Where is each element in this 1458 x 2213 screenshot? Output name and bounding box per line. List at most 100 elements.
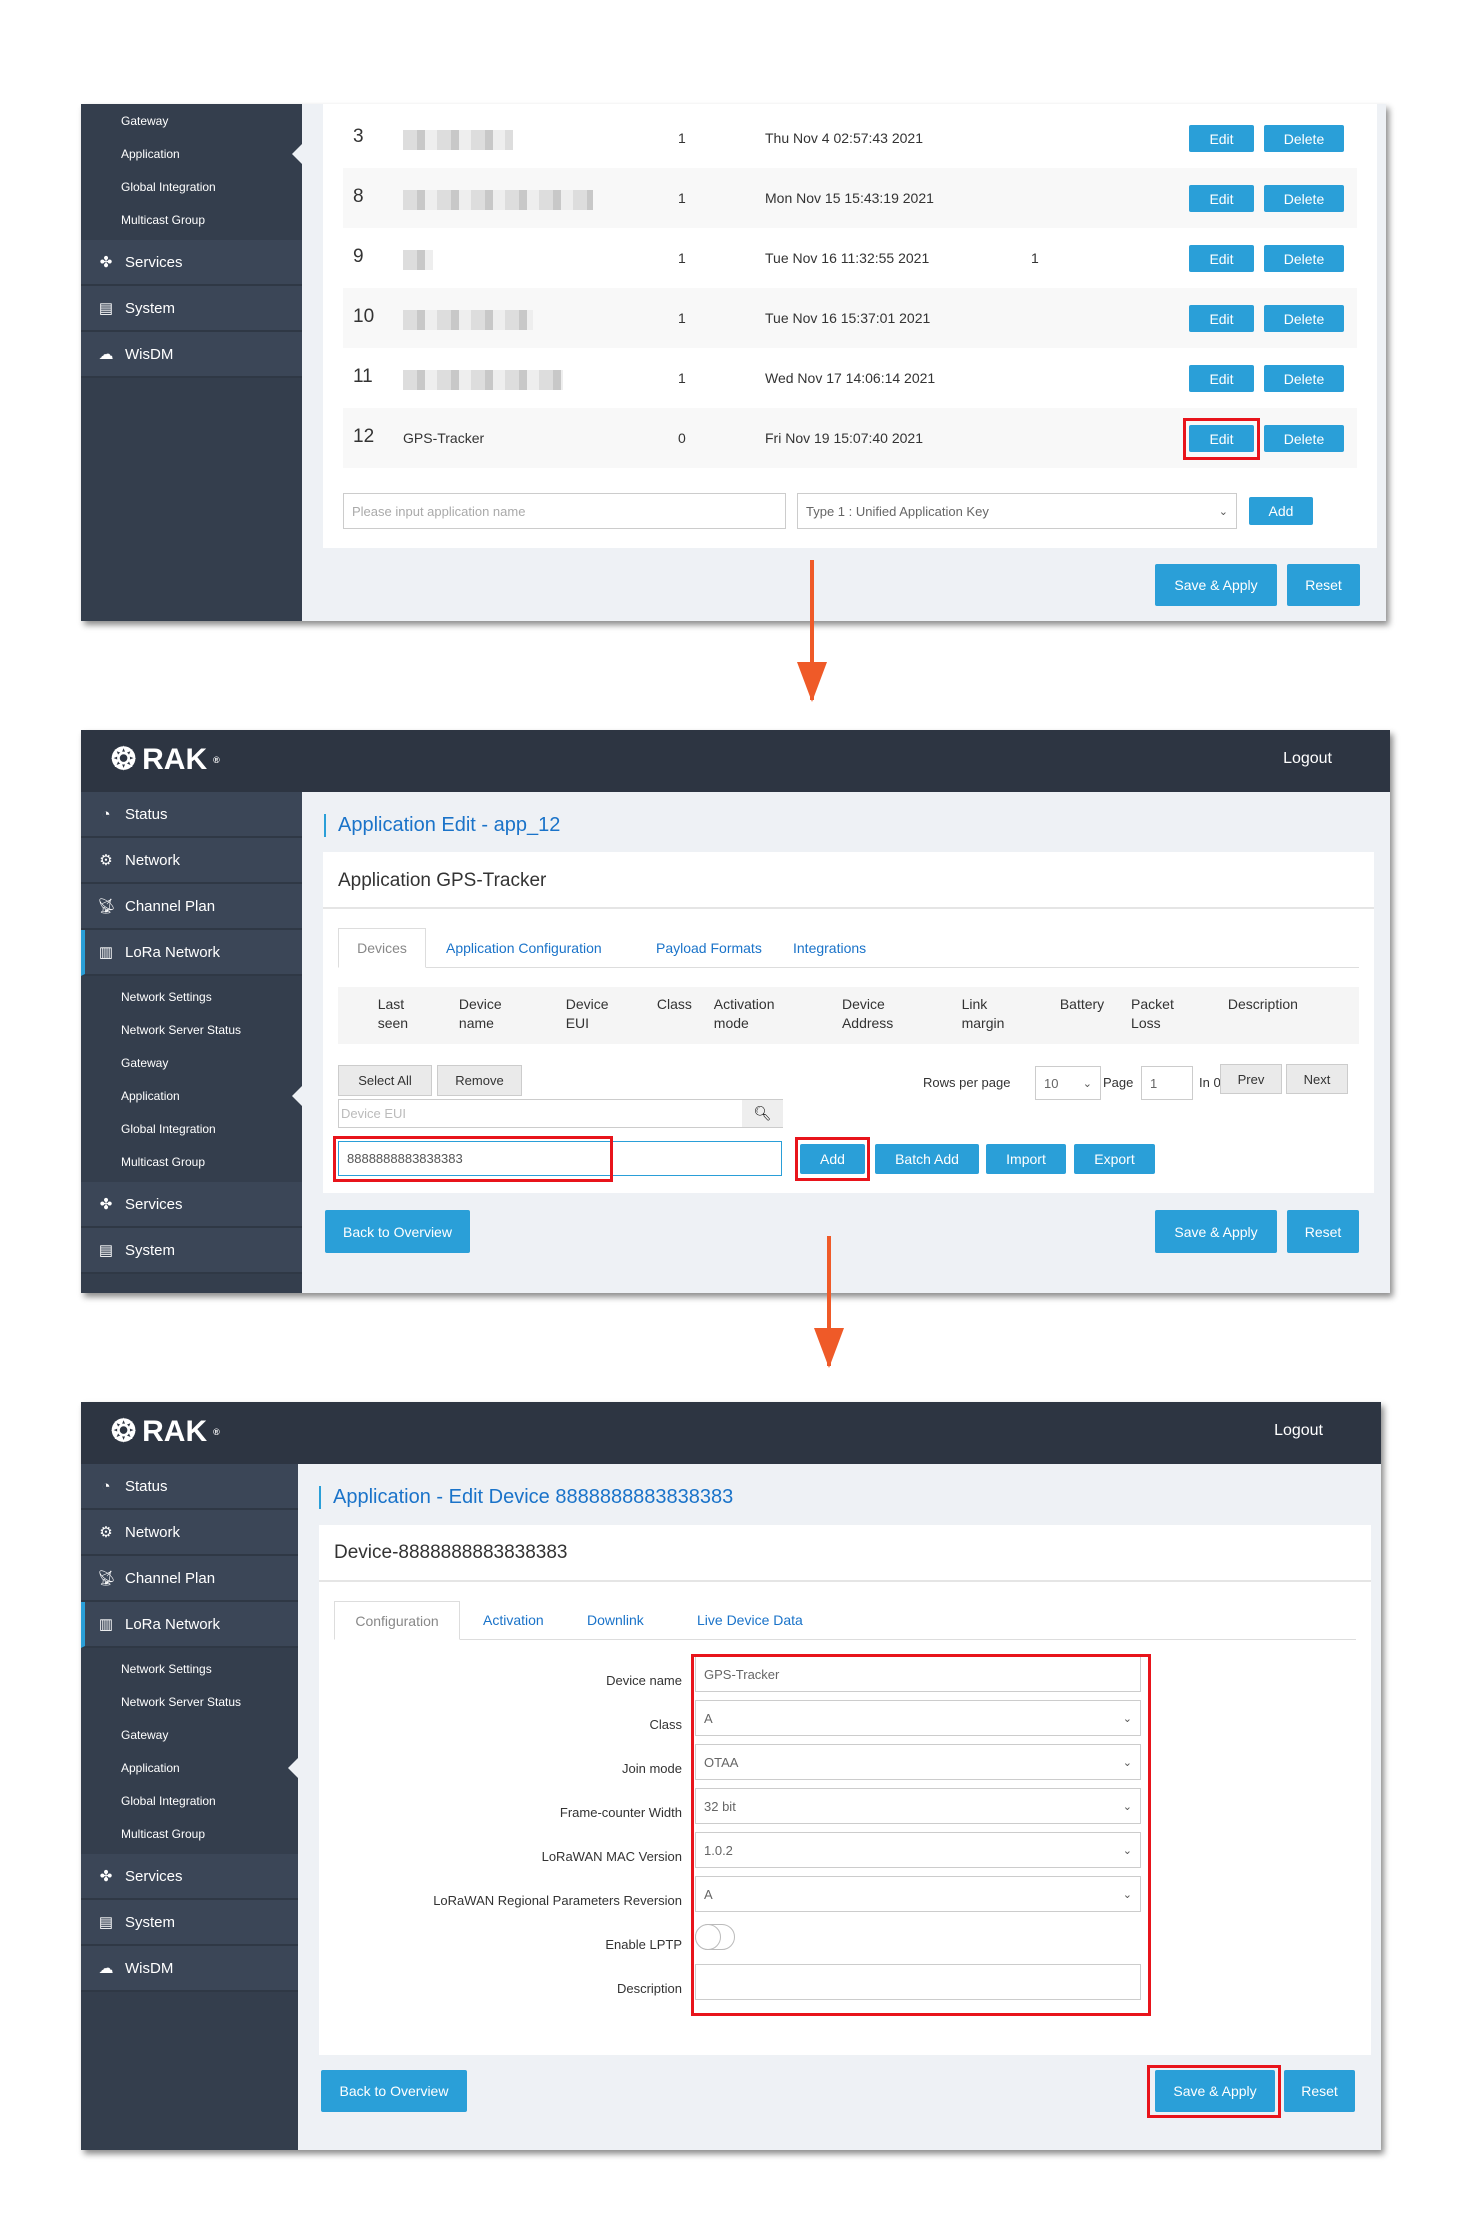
- sidebar-item[interactable]: ✤ Services: [81, 1182, 302, 1228]
- column-header: Description: [1227, 996, 1298, 1012]
- edit-button[interactable]: Edit: [1189, 185, 1254, 212]
- row-date: Tue Nov 16 15:37:01 2021: [765, 310, 931, 326]
- batch-add-button[interactable]: Batch Add: [875, 1144, 979, 1174]
- sidebar-item-wisdm[interactable]: ☁ WisDM: [81, 332, 302, 378]
- device-card: Device-8888888883838383 Configuration Ac…: [319, 1525, 1371, 2055]
- table-row: 3 1 Thu Nov 4 02:57:43 2021 Edit Delete: [343, 108, 1357, 168]
- prev-button[interactable]: Prev: [1220, 1064, 1282, 1094]
- row-name: GPS-Tracker: [403, 430, 485, 446]
- sidebar-label: System: [125, 1913, 176, 1931]
- sidebar-sub-item[interactable]: Multicast Group: [81, 1145, 302, 1178]
- edit-button[interactable]: Edit: [1189, 245, 1254, 272]
- logout-link[interactable]: Logout: [1274, 1422, 1323, 1440]
- delete-button[interactable]: Delete: [1264, 365, 1344, 392]
- back-to-overview-button[interactable]: Back to Overview: [325, 1210, 470, 1253]
- import-button[interactable]: Import: [986, 1144, 1066, 1174]
- sidebar-item[interactable]: ▥ LoRa Network: [81, 1602, 298, 1648]
- sidebar: Gateway Application Global Integration M…: [81, 104, 303, 621]
- sidebar-sub-item[interactable]: Global Integration: [81, 1784, 298, 1817]
- sidebar-item[interactable]: ⚙ Network: [81, 838, 302, 884]
- export-button[interactable]: Export: [1074, 1144, 1155, 1174]
- sidebar-sub-item[interactable]: Application: [81, 1079, 303, 1112]
- edit-button[interactable]: Edit: [1189, 125, 1254, 152]
- delete-button[interactable]: Delete: [1264, 185, 1344, 212]
- sidebar-item[interactable]: ◔ Status: [81, 1464, 298, 1510]
- device-eui-search-input[interactable]: Device EUI: [338, 1099, 783, 1128]
- sidebar-item[interactable]: ▥ LoRa Network: [81, 930, 302, 976]
- row-count: 1: [678, 130, 686, 146]
- row-count: 1: [678, 190, 686, 206]
- tab-bar-line: [338, 967, 1359, 968]
- tab-devices[interactable]: Devices: [338, 928, 426, 968]
- highlight-box: [795, 1137, 870, 1181]
- application-name-input[interactable]: Please input application name: [343, 493, 786, 529]
- row-count: 1: [678, 310, 686, 326]
- sidebar-item[interactable]: ✤ Services: [81, 1854, 298, 1900]
- sidebar-sub-item[interactable]: Network Settings: [81, 1652, 298, 1685]
- sidebar-label: Services: [125, 1195, 183, 1213]
- next-button[interactable]: Next: [1286, 1064, 1348, 1094]
- sidebar-item[interactable]: ▤ System: [81, 1900, 298, 1946]
- sidebar-label: Services: [125, 1867, 183, 1885]
- tab-downlink[interactable]: Downlink: [587, 1612, 644, 1628]
- sidebar-sub-item[interactable]: Network Settings: [81, 980, 302, 1013]
- tab-application-configuration[interactable]: Application Configuration: [446, 940, 602, 956]
- sidebar-sub-global-integration[interactable]: Global Integration: [81, 170, 302, 203]
- sidebar-sub-item[interactable]: Network Server Status: [81, 1013, 302, 1046]
- page-input[interactable]: 1: [1141, 1066, 1193, 1100]
- application-type-select[interactable]: Type 1 : Unified Application Key ⌄: [797, 493, 1237, 529]
- reset-button[interactable]: Reset: [1284, 2070, 1355, 2112]
- sidebar-sub-gateway[interactable]: Gateway: [81, 104, 302, 137]
- sidebar-sub-item[interactable]: Gateway: [81, 1718, 298, 1751]
- tab-configuration[interactable]: Configuration: [334, 1601, 460, 1640]
- tab-payload-formats[interactable]: Payload Formats: [656, 940, 762, 956]
- sidebar-sub-multicast-group[interactable]: Multicast Group: [81, 203, 302, 236]
- logout-link[interactable]: Logout: [1283, 750, 1332, 768]
- reset-button[interactable]: Reset: [1287, 1210, 1359, 1253]
- save-apply-button[interactable]: Save & Apply: [1155, 1210, 1277, 1253]
- logo-text: RAK: [142, 1414, 208, 1448]
- search-button[interactable]: 🔍︎: [742, 1100, 783, 1127]
- delete-button[interactable]: Delete: [1264, 245, 1344, 272]
- delete-button[interactable]: Delete: [1264, 125, 1344, 152]
- tab-integrations[interactable]: Integrations: [793, 940, 866, 956]
- tab-activation[interactable]: Activation: [483, 1612, 544, 1628]
- bar-chart-icon: ▥: [98, 944, 114, 961]
- sidebar-item[interactable]: ☁ WisDM: [81, 1946, 298, 1992]
- remove-button[interactable]: Remove: [437, 1065, 522, 1096]
- rows-per-page-select[interactable]: 10 ⌄: [1035, 1066, 1101, 1100]
- edit-button[interactable]: Edit: [1189, 305, 1254, 332]
- search-icon: 🔍︎: [753, 1105, 772, 1121]
- select-value: Type 1 : Unified Application Key: [806, 503, 989, 519]
- sidebar-item[interactable]: 📡︎ Channel Plan: [81, 1556, 298, 1602]
- divider: [323, 907, 1374, 909]
- field-label: Enable LPTP: [605, 1937, 682, 1952]
- card-title: Device-8888888883838383: [334, 1542, 568, 1563]
- sidebar-item-system[interactable]: ▤ System: [81, 286, 302, 332]
- sidebar-item[interactable]: 📡︎ Channel Plan: [81, 884, 302, 930]
- sidebar-item-services[interactable]: ✤ Services: [81, 240, 302, 286]
- redacted-name: [403, 130, 513, 150]
- sidebar-label: WisDM: [125, 345, 174, 363]
- reset-button[interactable]: Reset: [1287, 564, 1360, 606]
- delete-button[interactable]: Delete: [1264, 305, 1344, 332]
- add-application-button[interactable]: Add: [1249, 497, 1313, 525]
- sidebar-item[interactable]: ◔ Status: [81, 792, 302, 838]
- sidebar-sub-application[interactable]: Application: [81, 137, 303, 170]
- delete-button[interactable]: Delete: [1264, 425, 1344, 452]
- sidebar-label: Channel Plan: [125, 897, 216, 915]
- row-count: 1: [678, 250, 686, 266]
- sidebar-sub-item[interactable]: Multicast Group: [81, 1817, 298, 1850]
- select-all-button[interactable]: Select All: [338, 1065, 432, 1096]
- sidebar-sub-item[interactable]: Network Server Status: [81, 1685, 298, 1718]
- sidebar-item[interactable]: ⚙ Network: [81, 1510, 298, 1556]
- sidebar-item[interactable]: ▤ System: [81, 1228, 302, 1274]
- tab-live-device-data[interactable]: Live Device Data: [697, 1612, 803, 1628]
- sidebar-sub-item[interactable]: Gateway: [81, 1046, 302, 1079]
- sidebar-label: Network: [125, 851, 181, 869]
- sidebar-sub-item[interactable]: Global Integration: [81, 1112, 302, 1145]
- sidebar-sub-item[interactable]: Application: [81, 1751, 299, 1784]
- back-to-overview-button[interactable]: Back to Overview: [321, 2070, 467, 2112]
- save-apply-button[interactable]: Save & Apply: [1155, 564, 1277, 606]
- edit-button[interactable]: Edit: [1189, 365, 1254, 392]
